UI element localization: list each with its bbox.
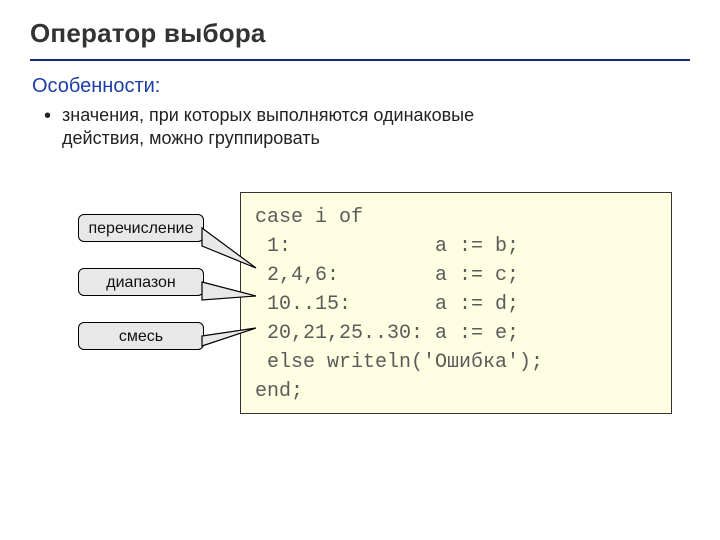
- callout-enumeration: перечисление: [78, 214, 204, 242]
- code-line-1: case i of: [255, 206, 363, 229]
- bullet-point: значения, при которых выполняются одинак…: [62, 104, 690, 151]
- code-line-6: else writeln('Ошибка');: [255, 351, 543, 374]
- code-line-4: 10..15: a := d;: [255, 293, 519, 316]
- slide-subtitle: Особенности:: [32, 75, 690, 98]
- slide-title: Оператор выбора: [30, 18, 690, 55]
- code-line-5: 20,21,25..30: a := e;: [255, 322, 519, 345]
- code-line-3: 2,4,6: a := c;: [255, 264, 519, 287]
- code-line-2: 1: a := b;: [255, 235, 519, 258]
- code-block: case i of 1: a := b; 2,4,6: a := c; 10..…: [240, 192, 672, 414]
- bullet-text-line1: значения, при которых выполняются одинак…: [62, 105, 474, 148]
- title-underline: [30, 59, 690, 61]
- callout-mix: смесь: [78, 322, 204, 350]
- callout-range: диапазон: [78, 268, 204, 296]
- callout-group: перечисление диапазон смесь: [78, 214, 238, 376]
- code-line-7: end;: [255, 380, 303, 403]
